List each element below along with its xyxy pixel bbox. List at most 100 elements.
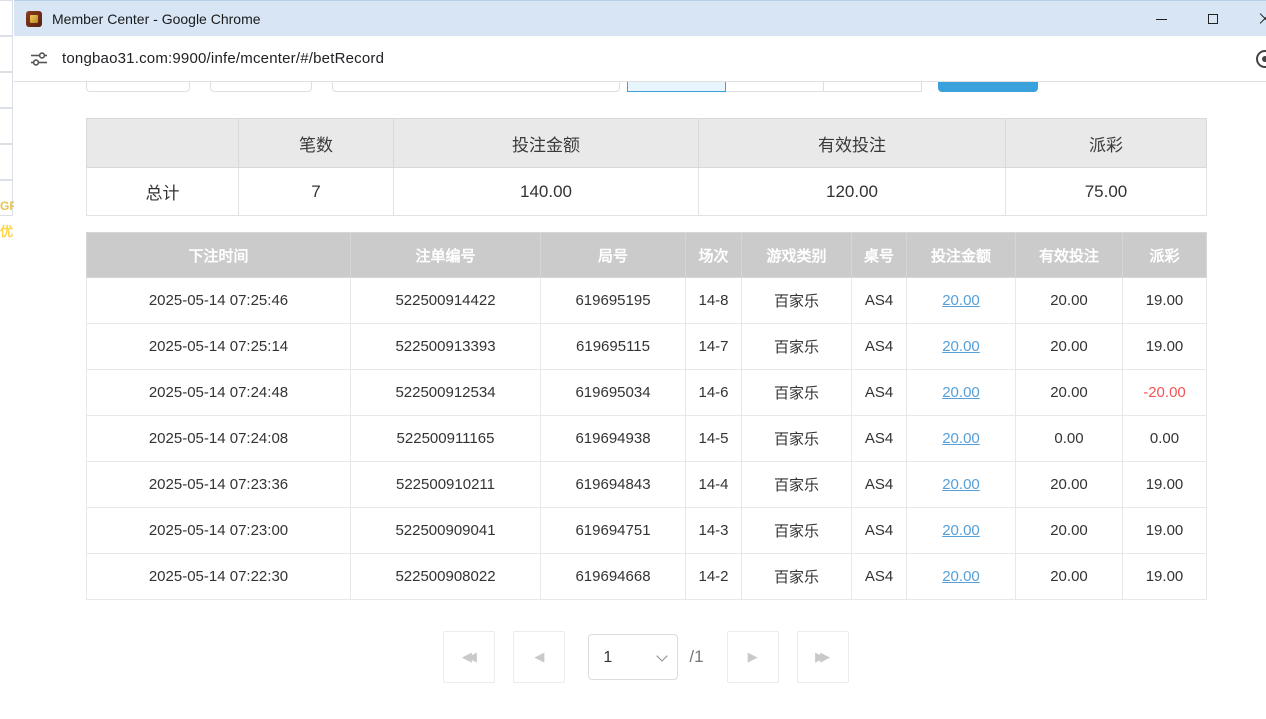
table-row: 2025-05-14 07:24:08 522500911165 6196949… xyxy=(87,416,1207,462)
background-strip-segment: 优 xyxy=(0,108,13,144)
payout-cell: 19.00 xyxy=(1123,554,1207,600)
prev-page-button[interactable]: ◀ xyxy=(513,631,565,683)
browser-tools-icon[interactable] xyxy=(1256,50,1266,68)
records-header-row: 下注时间 注单编号 局号 场次 游戏类别 桌号 投注金额 有效投注 派彩 xyxy=(87,233,1207,278)
time-cell: 2025-05-14 07:23:00 xyxy=(87,508,351,554)
header-session: 场次 xyxy=(686,233,742,278)
page-total-label: /1 xyxy=(689,647,703,667)
filter-segment-3[interactable] xyxy=(823,82,922,92)
maximize-button[interactable] xyxy=(1187,1,1239,37)
filter-segment-2[interactable] xyxy=(725,82,824,92)
summary-total-row: 总计 7 140.00 120.00 75.00 xyxy=(87,168,1207,216)
header-valid-bet: 有效投注 xyxy=(1016,233,1123,278)
round-cell: 619695115 xyxy=(541,324,686,370)
bet-amount-cell: 20.00 xyxy=(907,278,1016,324)
table-no-cell: AS4 xyxy=(852,324,907,370)
last-page-button[interactable]: ▶▶ xyxy=(797,631,849,683)
table-row: 2025-05-14 07:24:48 522500912534 6196950… xyxy=(87,370,1207,416)
time-cell: 2025-05-14 07:24:48 xyxy=(87,370,351,416)
screen: 度 优 GP Member Center - Google Chrome xyxy=(0,0,1266,719)
valid-bet-cell: 20.00 xyxy=(1016,370,1123,416)
bet-amount-link[interactable]: 20.00 xyxy=(942,522,980,539)
summary-header-valid-bet: 有效投注 xyxy=(699,119,1006,168)
pagination: ◀◀ ◀ 1 /1 ▶ ▶▶ xyxy=(86,631,1206,683)
bet-amount-link[interactable]: 20.00 xyxy=(942,338,980,355)
payout-cell: 19.00 xyxy=(1123,278,1207,324)
chrome-window: Member Center - Google Chrome tongbao31.… xyxy=(14,0,1266,719)
last-page-icon: ▶▶ xyxy=(815,649,830,665)
game-type-cell: 百家乐 xyxy=(742,324,852,370)
header-time: 下注时间 xyxy=(87,233,351,278)
bet-amount-link[interactable]: 20.00 xyxy=(942,476,980,493)
filter-button-1[interactable] xyxy=(86,82,190,92)
first-page-button[interactable]: ◀◀ xyxy=(443,631,495,683)
time-cell: 2025-05-14 07:25:46 xyxy=(87,278,351,324)
url-text[interactable]: tongbao31.com:9900/infe/mcenter/#/betRec… xyxy=(62,50,384,67)
filter-submit-button[interactable] xyxy=(938,82,1038,92)
session-cell: 14-5 xyxy=(686,416,742,462)
bet-id-cell: 522500910211 xyxy=(351,462,541,508)
bet-amount-cell: 20.00 xyxy=(907,324,1016,370)
bet-id-cell: 522500912534 xyxy=(351,370,541,416)
bet-amount-link[interactable]: 20.00 xyxy=(942,384,980,401)
header-bet-id: 注单编号 xyxy=(351,233,541,278)
next-page-button[interactable]: ▶ xyxy=(727,631,779,683)
game-type-cell: 百家乐 xyxy=(742,508,852,554)
close-button[interactable] xyxy=(1239,1,1266,37)
bet-amount-link[interactable]: 20.00 xyxy=(942,430,980,447)
filter-button-2[interactable] xyxy=(210,82,312,92)
time-cell: 2025-05-14 07:23:36 xyxy=(87,462,351,508)
header-game-type: 游戏类别 xyxy=(742,233,852,278)
bet-amount-link[interactable]: 20.00 xyxy=(942,568,980,585)
payout-cell: 19.00 xyxy=(1123,324,1207,370)
tune-icon[interactable] xyxy=(30,50,48,68)
table-row: 2025-05-14 07:25:14 522500913393 6196951… xyxy=(87,324,1207,370)
round-cell: 619695034 xyxy=(541,370,686,416)
bet-amount-cell: 20.00 xyxy=(907,462,1016,508)
page-select[interactable]: 1 xyxy=(588,634,678,680)
table-no-cell: AS4 xyxy=(852,508,907,554)
filter-search-input[interactable] xyxy=(332,82,620,92)
session-cell: 14-8 xyxy=(686,278,742,324)
background-qr-pattern xyxy=(0,144,13,180)
summary-table: 笔数 投注金额 有效投注 派彩 总计 7 140.00 120.00 75.00 xyxy=(86,118,1207,216)
bet-amount-link[interactable]: 20.00 xyxy=(942,292,980,309)
bet-amount-cell: 20.00 xyxy=(907,508,1016,554)
payout-cell: -20.00 xyxy=(1123,370,1207,416)
summary-total-label: 总计 xyxy=(87,168,239,216)
bet-id-cell: 522500914422 xyxy=(351,278,541,324)
filter-segment-1[interactable] xyxy=(627,82,726,92)
window-title: Member Center - Google Chrome xyxy=(52,11,261,27)
background-strip-segment: GP xyxy=(0,180,13,216)
background-text-fragment: 优 xyxy=(0,221,13,240)
session-cell: 14-2 xyxy=(686,554,742,600)
header-bet-amount: 投注金额 xyxy=(907,233,1016,278)
window-titlebar[interactable]: Member Center - Google Chrome xyxy=(14,0,1266,36)
summary-corner-cell xyxy=(87,119,239,168)
valid-bet-cell: 20.00 xyxy=(1016,554,1123,600)
background-strip-segment xyxy=(0,72,13,108)
table-no-cell: AS4 xyxy=(852,462,907,508)
table-no-cell: AS4 xyxy=(852,554,907,600)
round-cell: 619694843 xyxy=(541,462,686,508)
window-controls xyxy=(1135,1,1266,37)
address-bar[interactable]: tongbao31.com:9900/infe/mcenter/#/betRec… xyxy=(14,36,1266,82)
valid-bet-cell: 20.00 xyxy=(1016,278,1123,324)
background-strip-segment: 度 xyxy=(0,36,13,72)
summary-header-count: 笔数 xyxy=(239,119,394,168)
background-strip-segment xyxy=(0,0,13,36)
valid-bet-cell: 20.00 xyxy=(1016,508,1123,554)
table-row: 2025-05-14 07:25:46 522500914422 6196951… xyxy=(87,278,1207,324)
game-type-cell: 百家乐 xyxy=(742,554,852,600)
background-window-strip: 度 优 GP xyxy=(0,0,14,719)
session-cell: 14-7 xyxy=(686,324,742,370)
payout-cell: 19.00 xyxy=(1123,462,1207,508)
game-type-cell: 百家乐 xyxy=(742,278,852,324)
minimize-button[interactable] xyxy=(1135,1,1187,37)
bet-id-cell: 522500909041 xyxy=(351,508,541,554)
valid-bet-cell: 20.00 xyxy=(1016,324,1123,370)
table-row: 2025-05-14 07:23:00 522500909041 6196947… xyxy=(87,508,1207,554)
valid-bet-cell: 20.00 xyxy=(1016,462,1123,508)
minimize-icon xyxy=(1156,19,1167,20)
summary-header-row: 笔数 投注金额 有效投注 派彩 xyxy=(87,119,1207,168)
